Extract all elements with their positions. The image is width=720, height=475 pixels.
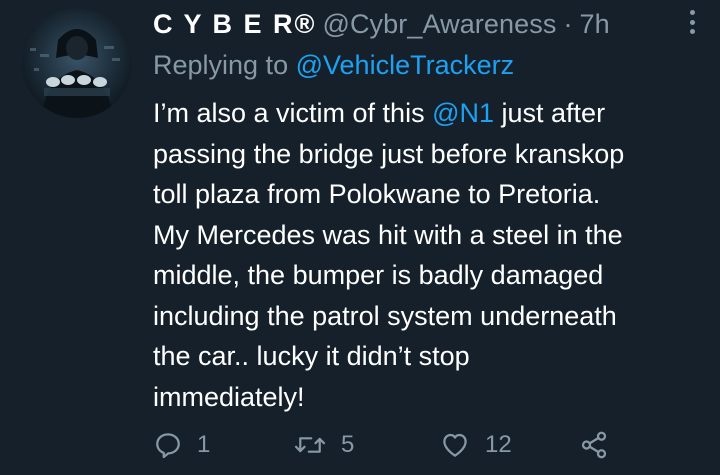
tweet-actions: 1 5 12 [153, 425, 623, 465]
like-count: 12 [485, 431, 512, 458]
reply-button[interactable]: 1 [153, 425, 210, 465]
reply-icon [156, 433, 180, 459]
replying-to: Replying to @VehicleTrackerz [153, 50, 514, 81]
replying-to-label: Replying to [153, 50, 289, 80]
retweet-count: 5 [341, 431, 355, 458]
replying-to-link[interactable]: @VehicleTrackerz [296, 50, 514, 80]
heart-icon [443, 433, 467, 457]
tweet-text-line: passing the bridge just before kranskop [153, 138, 625, 169]
tweet-header: C Y B E R® @Cybr_Awareness · 7h [153, 6, 610, 42]
tweet-text-line: I’m also a victim of this @N1 just after [153, 93, 698, 134]
display-name[interactable]: C Y B E R® [153, 9, 316, 40]
more-dot [689, 29, 695, 34]
share-button[interactable] [579, 425, 609, 465]
tweet-text-line: middle, the bumper is badly damaged [153, 260, 604, 290]
retweet-button[interactable]: 5 [293, 425, 354, 465]
avatar[interactable] [22, 8, 132, 118]
tweet-text: I’m also a victim of this @N1 just after… [153, 93, 698, 417]
reply-count: 1 [197, 431, 211, 458]
text-segment: just after [494, 98, 606, 128]
retweet-icon [294, 437, 326, 453]
separator-dot: · [563, 8, 573, 39]
tweet-text-line: immediately! [153, 381, 305, 412]
tweet: C Y B E R® @Cybr_Awareness · 7h Replying… [0, 0, 720, 475]
mention-link[interactable]: @N1 [432, 98, 494, 128]
timestamp[interactable]: 7h [580, 9, 610, 40]
tweet-text-line: the car.. lucky it didn’t stop [153, 341, 470, 371]
share-icon [581, 431, 607, 459]
tweet-text-line: My Mercedes was hit with a steel in the [153, 219, 623, 250]
more-options-icon[interactable] [682, 8, 702, 36]
tweet-text-line: toll plaza from Polokwane to Pretoria. [153, 179, 601, 209]
tweet-text-line: including the patrol system underneath [153, 300, 617, 331]
text-segment: I’m also a victim of this [153, 98, 433, 128]
more-dot [689, 19, 695, 25]
user-handle[interactable]: @Cybr_Awareness [322, 9, 556, 40]
more-dot [689, 10, 695, 15]
like-button[interactable]: 12 [439, 425, 512, 465]
